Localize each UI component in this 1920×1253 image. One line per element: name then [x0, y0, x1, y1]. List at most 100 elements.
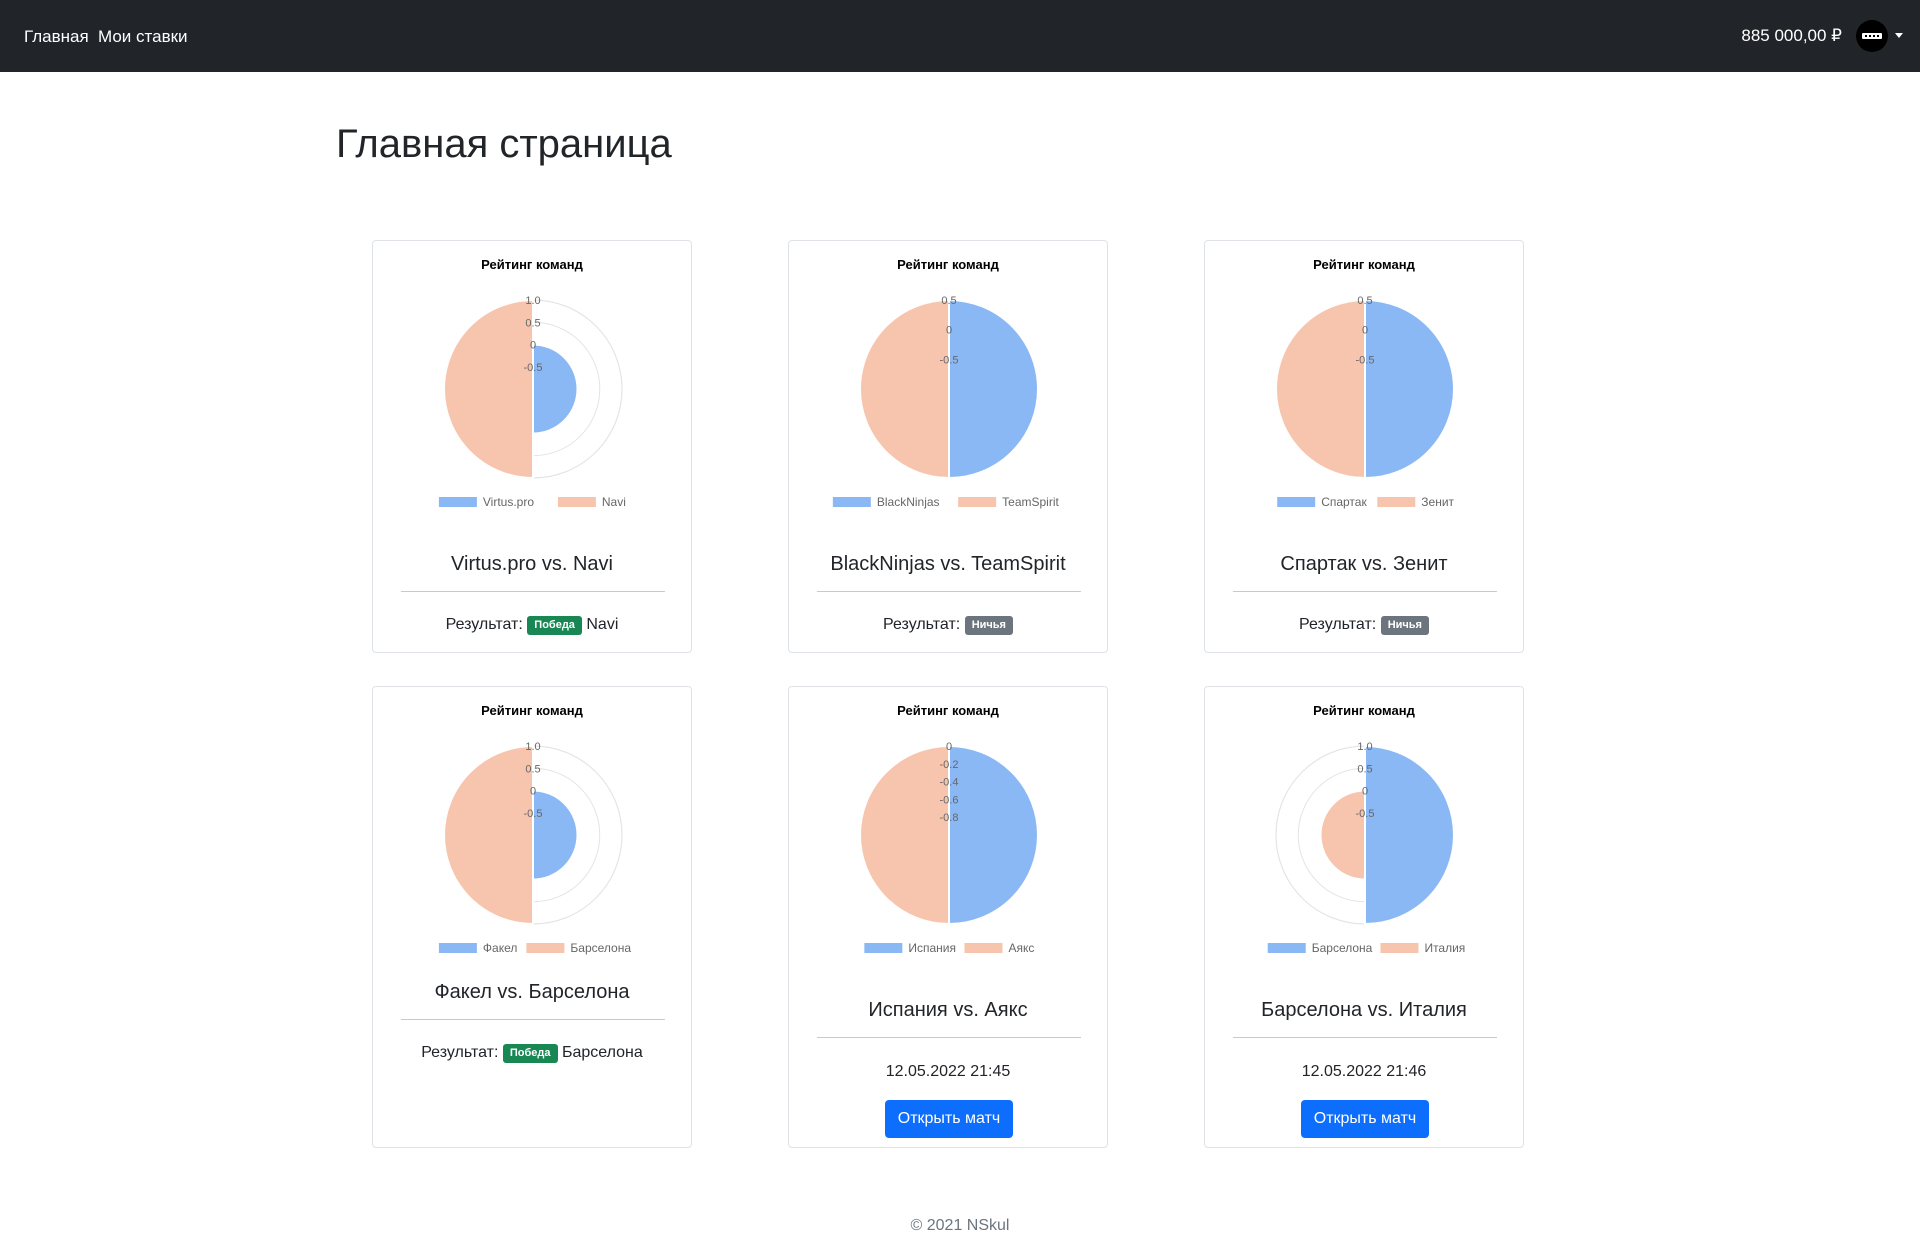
divider	[1233, 1037, 1497, 1038]
match-result: Результат: Победа Барселона	[373, 1044, 691, 1063]
page-title: Главная страница	[336, 122, 672, 166]
legend-swatch[interactable]	[438, 497, 477, 507]
axis-tick-label: 0.5	[525, 763, 540, 775]
match-card: Рейтинг команд 1.0 0.5 0 -0.5 Virtus.pro Navi V…	[372, 240, 692, 653]
polar-sector-team-a[interactable]	[532, 789, 579, 881]
legend-swatch[interactable]	[1380, 943, 1419, 953]
result-badge: Победа	[527, 616, 582, 635]
avatar	[1856, 20, 1888, 52]
team-rating-chart: 1.0 0.5 0 -0.5 Virtus.pro Navi	[438, 295, 626, 509]
axis-tick-label: -0.5	[940, 354, 959, 366]
result-badge: Победа	[502, 1044, 558, 1063]
polar-sector-team-a[interactable]	[1364, 298, 1455, 480]
legend-label[interactable]: Италия	[1424, 941, 1465, 955]
legend-swatch[interactable]	[832, 497, 871, 507]
axis-tick-label: -0.5	[1356, 354, 1375, 366]
match-card: Рейтинг команд 0 -0.2 -0.4 -0.6 -0.8 Испания Ая…	[788, 686, 1108, 1148]
axis-tick-label: -0.8	[940, 812, 959, 824]
legend-swatch[interactable]	[1277, 497, 1316, 507]
team-rating-chart: 1.0 0.5 0 -0.5 Факел Барселона	[438, 741, 631, 955]
match-date: 12.05.2022 21:45	[885, 1063, 1011, 1080]
team-rating-chart: 0 -0.2 -0.4 -0.6 -0.8 Испания Аякс	[859, 741, 1039, 955]
axis-tick-label: 1.0	[1357, 741, 1372, 753]
legend-label[interactable]: Испания	[908, 941, 956, 955]
polar-sector-team-b[interactable]	[1319, 789, 1366, 881]
result-badge: Ничья	[1380, 616, 1429, 635]
legend-swatch[interactable]	[1377, 497, 1416, 507]
polar-sector-team-b[interactable]	[859, 298, 950, 480]
legend-label[interactable]: Барселона	[1312, 941, 1373, 955]
polar-sector-team-a[interactable]	[532, 343, 579, 435]
legend-label[interactable]: Зенит	[1421, 495, 1454, 509]
result-label: Результат:	[445, 616, 523, 633]
legend-swatch[interactable]	[557, 497, 596, 507]
polar-sector-team-b[interactable]	[859, 744, 950, 926]
divider	[401, 591, 665, 592]
axis-tick-label: 0	[1362, 325, 1368, 337]
polar-sector-team-a[interactable]	[948, 298, 1039, 480]
match-title: Спартак vs. Зенит	[1280, 553, 1448, 575]
result-label: Результат:	[421, 1044, 499, 1061]
axis-tick-label: 0	[946, 325, 952, 337]
axis-tick-label: 0	[946, 741, 952, 753]
legend-label[interactable]: Virtus.pro	[483, 495, 534, 509]
legend-swatch[interactable]	[1267, 943, 1306, 953]
top-navbar: Главная Мои ставки 885 000,00 ₽	[0, 0, 1920, 72]
axis-tick-label: 0.5	[1357, 295, 1372, 307]
legend-label[interactable]: Барселона	[570, 941, 631, 955]
polar-sector-team-b[interactable]	[443, 744, 534, 926]
winner-name: Navi	[586, 616, 619, 633]
footer-copyright: © 2021 NSkul	[910, 1217, 1010, 1234]
match-title: Испания vs. Аякс	[868, 999, 1028, 1021]
legend-swatch[interactable]	[864, 943, 903, 953]
team-rating-chart: 0.5 0 -0.5 BlackNinjas TeamSpirit	[832, 295, 1059, 509]
axis-tick-label: -0.5	[1356, 808, 1375, 820]
match-title: Факел vs. Барселона	[434, 981, 630, 1003]
legend-swatch[interactable]	[964, 943, 1003, 953]
axis-tick-label: -0.5	[524, 808, 543, 820]
divider	[817, 591, 1081, 592]
open-match-button[interactable]: Открыть матч	[885, 1100, 1013, 1138]
match-title: Барселона vs. Италия	[1261, 999, 1467, 1021]
match-date: 12.05.2022 21:46	[1301, 1063, 1427, 1080]
match-result: Результат: Ничья	[1205, 616, 1523, 635]
legend-swatch[interactable]	[526, 943, 565, 953]
axis-tick-label: 0	[1362, 786, 1368, 798]
legend-label[interactable]: BlackNinjas	[877, 495, 940, 509]
chevron-down-icon	[1895, 33, 1903, 38]
legend-label[interactable]: Факел	[483, 941, 517, 955]
legend-swatch[interactable]	[958, 497, 997, 507]
polar-sector-team-a[interactable]	[948, 744, 1039, 926]
match-title: Virtus.pro vs. Navi	[451, 553, 613, 575]
team-rating-chart: 0.5 0 -0.5 Спартак Зенит	[1275, 295, 1455, 509]
winner-name: Барселона	[561, 1044, 643, 1061]
legend-label[interactable]: Navi	[602, 495, 626, 509]
axis-tick-label: 1.0	[525, 741, 540, 753]
axis-tick-label: -0.4	[940, 777, 959, 789]
legend-label[interactable]: Аякс	[1008, 941, 1034, 955]
axis-tick-label: 0	[530, 340, 536, 352]
nav-home-link[interactable]: Главная	[24, 27, 89, 47]
match-result: Результат: Ничья	[789, 616, 1107, 635]
divider	[817, 1037, 1081, 1038]
axis-tick-label: 0.5	[941, 295, 956, 307]
axis-tick-label: -0.2	[940, 759, 959, 771]
legend-swatch[interactable]	[438, 943, 477, 953]
axis-tick-label: 0	[530, 786, 536, 798]
match-card: Рейтинг команд 1.0 0.5 0 -0.5 Барселона Италия…	[1204, 686, 1524, 1148]
result-badge: Ничья	[964, 616, 1013, 635]
divider	[401, 1019, 665, 1020]
match-result: Результат: Победа Navi	[373, 616, 691, 635]
result-label: Результат:	[1299, 616, 1377, 633]
polar-sector-team-b[interactable]	[443, 298, 534, 480]
polar-sector-team-a[interactable]	[1364, 744, 1455, 926]
match-card: Рейтинг команд 0.5 0 -0.5 BlackNinjas TeamSpi…	[788, 240, 1108, 653]
polar-sector-team-b[interactable]	[1275, 298, 1366, 480]
open-match-button[interactable]: Открыть матч	[1301, 1100, 1429, 1138]
nav-my-bets-link[interactable]: Мои ставки	[98, 27, 188, 47]
user-menu-toggle[interactable]	[1856, 20, 1904, 52]
result-label: Результат:	[883, 616, 961, 633]
legend-label[interactable]: Спартак	[1321, 495, 1367, 509]
team-rating-chart: 1.0 0.5 0 -0.5 Барселона Италия	[1267, 741, 1465, 955]
legend-label[interactable]: TeamSpirit	[1002, 495, 1059, 509]
